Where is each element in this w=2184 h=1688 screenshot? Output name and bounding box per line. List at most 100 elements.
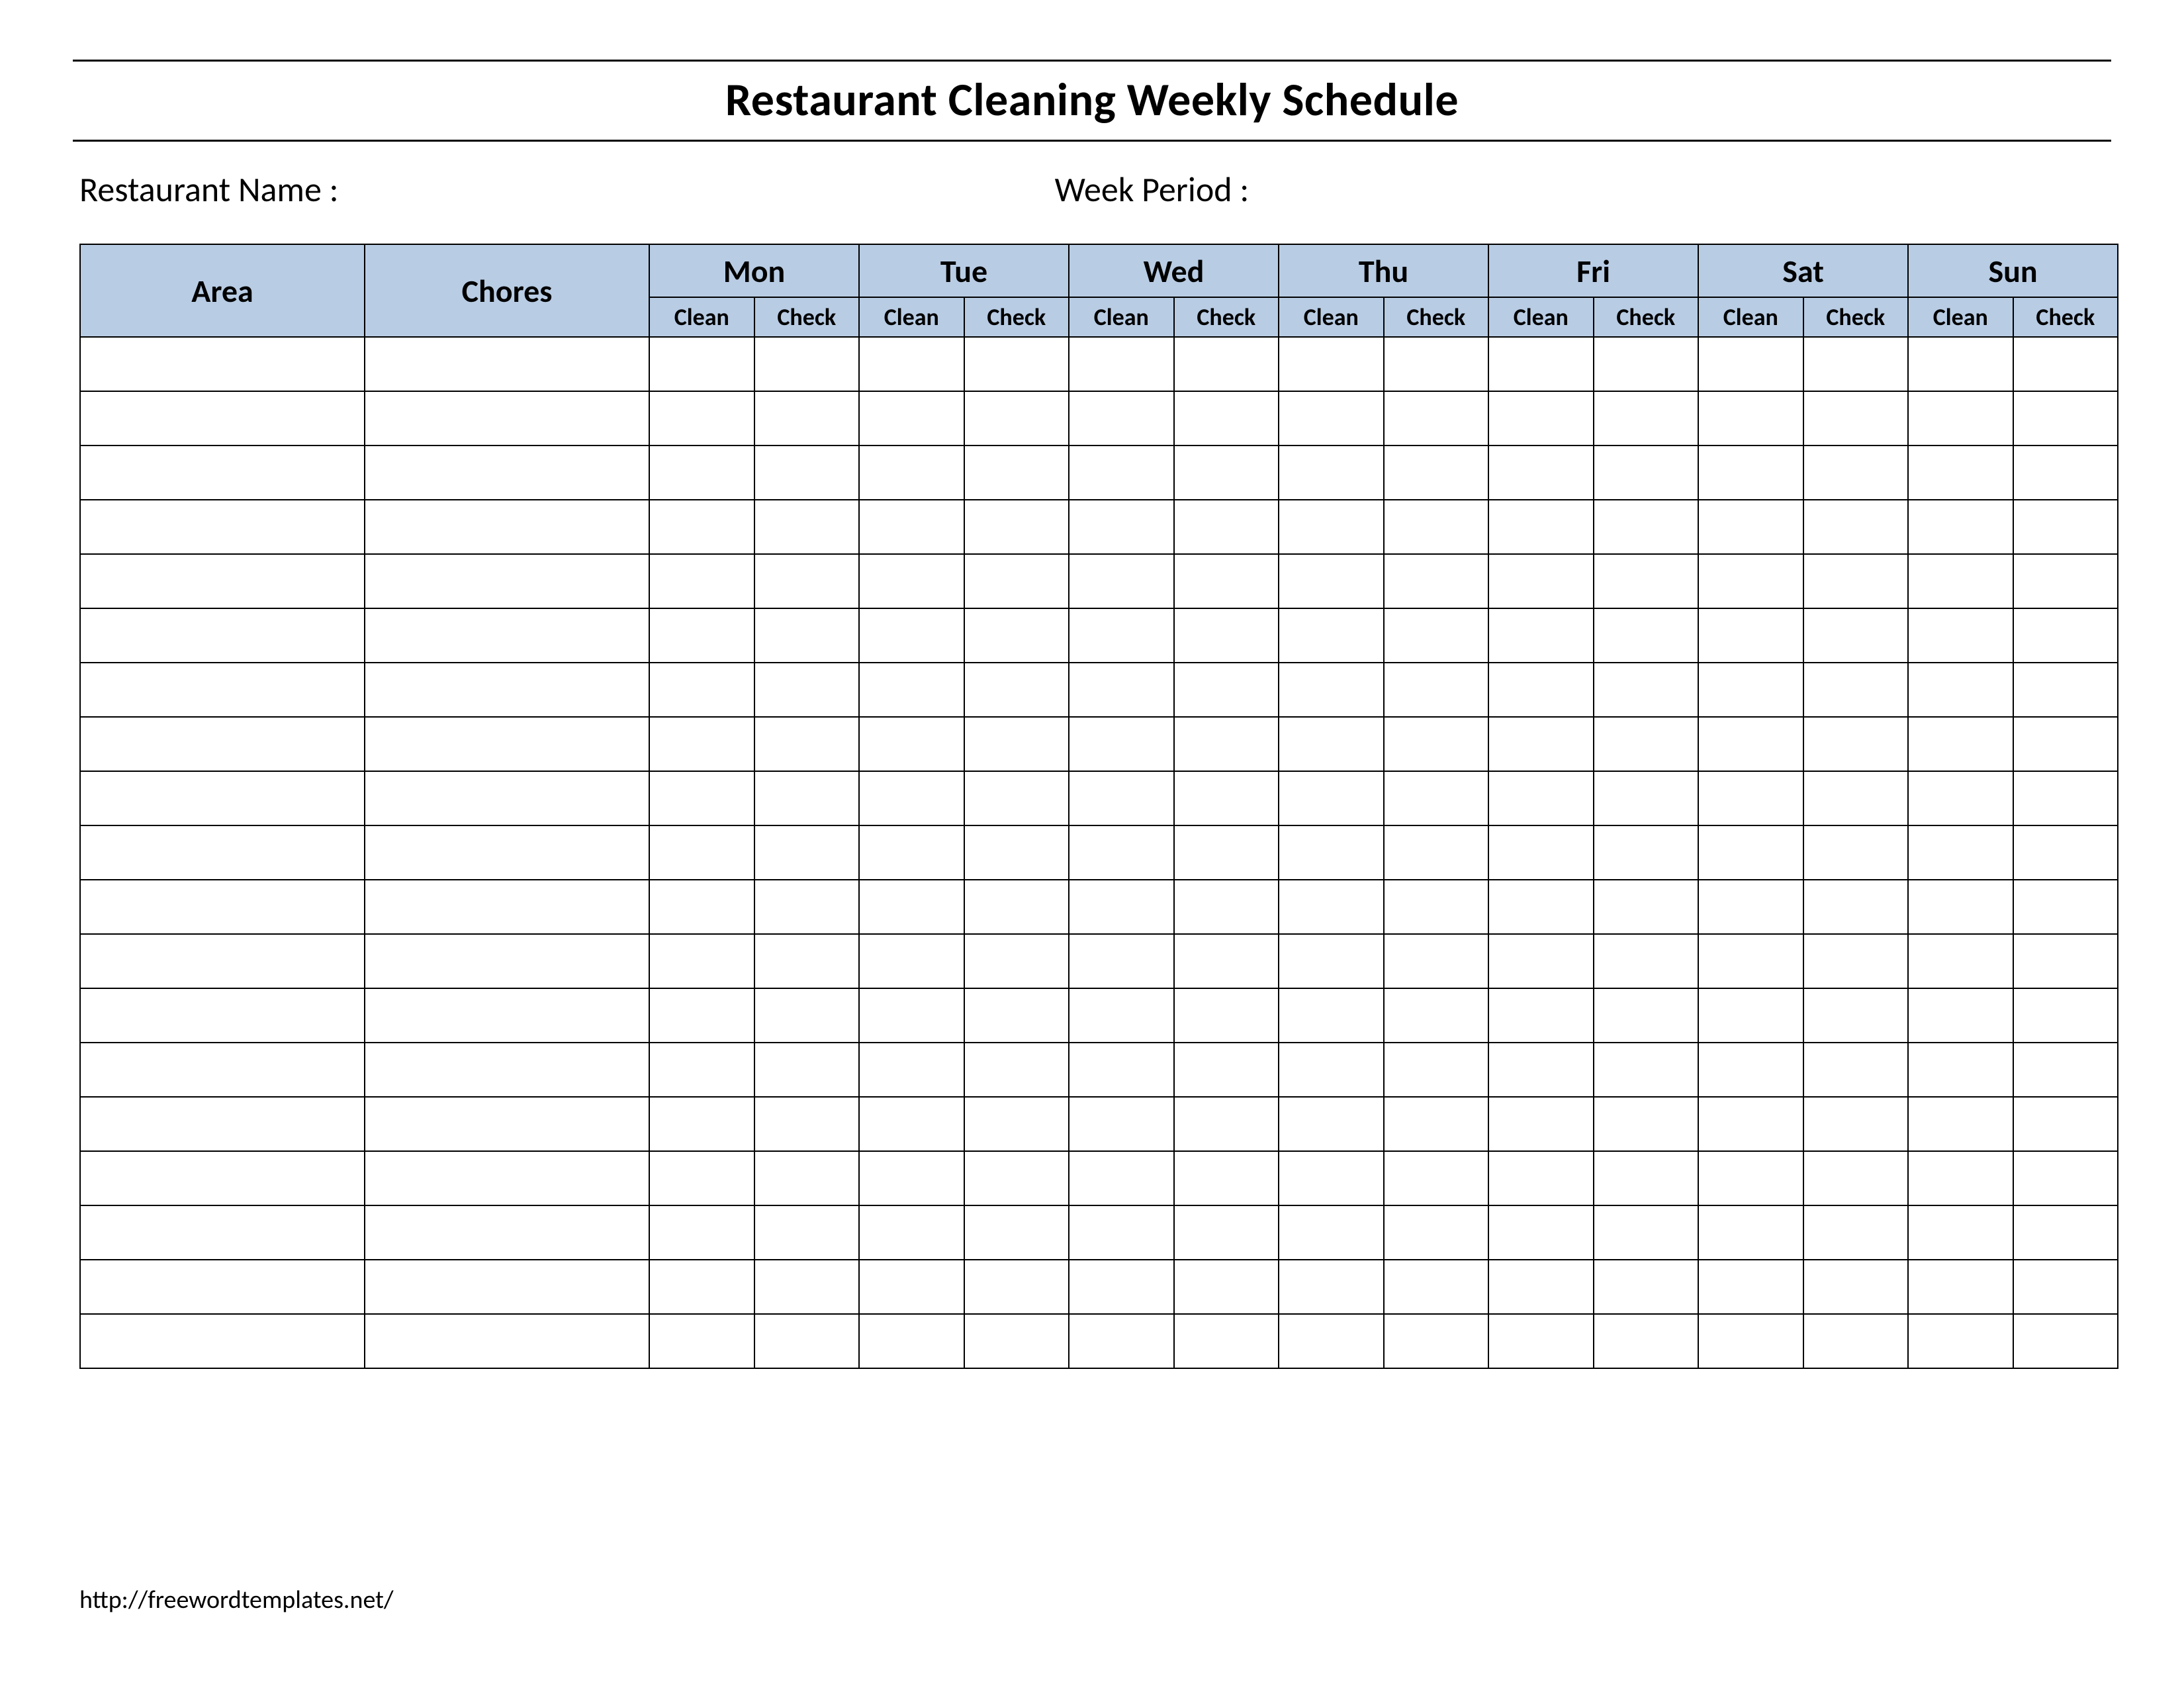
table-cell[interactable] (80, 391, 365, 445)
table-cell[interactable] (1174, 1260, 1279, 1314)
table-cell[interactable] (754, 663, 860, 717)
table-cell[interactable] (2013, 1043, 2118, 1097)
table-cell[interactable] (859, 337, 964, 391)
table-cell[interactable] (1803, 1043, 1909, 1097)
table-cell[interactable] (1174, 988, 1279, 1043)
table-cell[interactable] (649, 880, 754, 934)
table-cell[interactable] (1488, 1097, 1594, 1151)
table-cell[interactable] (859, 1151, 964, 1205)
table-cell[interactable] (964, 663, 1069, 717)
table-cell[interactable] (1174, 554, 1279, 608)
table-cell[interactable] (964, 717, 1069, 771)
table-cell[interactable] (1069, 391, 1174, 445)
table-cell[interactable] (1908, 500, 2013, 554)
table-cell[interactable] (964, 771, 1069, 825)
table-cell[interactable] (1594, 608, 1699, 663)
table-cell[interactable] (1488, 445, 1594, 500)
table-cell[interactable] (1803, 880, 1909, 934)
table-cell[interactable] (365, 500, 649, 554)
table-cell[interactable] (1384, 1205, 1489, 1260)
table-cell[interactable] (1069, 934, 1174, 988)
table-cell[interactable] (1069, 1151, 1174, 1205)
table-cell[interactable] (1594, 771, 1699, 825)
table-cell[interactable] (365, 445, 649, 500)
table-cell[interactable] (649, 445, 754, 500)
table-cell[interactable] (1069, 445, 1174, 500)
table-cell[interactable] (1698, 500, 1803, 554)
table-cell[interactable] (1698, 771, 1803, 825)
table-cell[interactable] (1908, 337, 2013, 391)
table-cell[interactable] (649, 1151, 754, 1205)
table-cell[interactable] (1279, 1151, 1384, 1205)
table-cell[interactable] (754, 1260, 860, 1314)
table-cell[interactable] (1488, 1314, 1594, 1368)
table-cell[interactable] (1174, 1097, 1279, 1151)
table-cell[interactable] (80, 717, 365, 771)
table-cell[interactable] (80, 663, 365, 717)
table-cell[interactable] (1803, 554, 1909, 608)
table-cell[interactable] (1069, 1314, 1174, 1368)
table-cell[interactable] (1488, 500, 1594, 554)
table-cell[interactable] (1594, 337, 1699, 391)
table-cell[interactable] (1908, 554, 2013, 608)
table-cell[interactable] (1908, 391, 2013, 445)
table-cell[interactable] (964, 445, 1069, 500)
table-cell[interactable] (754, 1151, 860, 1205)
table-cell[interactable] (1698, 445, 1803, 500)
table-cell[interactable] (1069, 554, 1174, 608)
table-cell[interactable] (754, 1043, 860, 1097)
table-cell[interactable] (365, 1043, 649, 1097)
table-cell[interactable] (1384, 825, 1489, 880)
table-cell[interactable] (1908, 988, 2013, 1043)
table-cell[interactable] (1488, 663, 1594, 717)
table-cell[interactable] (1174, 934, 1279, 988)
table-cell[interactable] (1279, 1097, 1384, 1151)
table-cell[interactable] (649, 337, 754, 391)
table-cell[interactable] (1069, 1260, 1174, 1314)
table-cell[interactable] (2013, 771, 2118, 825)
table-cell[interactable] (1384, 988, 1489, 1043)
table-cell[interactable] (964, 1043, 1069, 1097)
table-cell[interactable] (1384, 934, 1489, 988)
table-cell[interactable] (1594, 1314, 1699, 1368)
table-cell[interactable] (80, 608, 365, 663)
table-cell[interactable] (1908, 445, 2013, 500)
table-cell[interactable] (964, 1260, 1069, 1314)
table-cell[interactable] (2013, 608, 2118, 663)
table-cell[interactable] (1279, 663, 1384, 717)
table-cell[interactable] (754, 391, 860, 445)
table-cell[interactable] (859, 445, 964, 500)
table-cell[interactable] (2013, 500, 2118, 554)
table-cell[interactable] (649, 1205, 754, 1260)
table-cell[interactable] (1908, 771, 2013, 825)
table-cell[interactable] (365, 608, 649, 663)
table-cell[interactable] (964, 880, 1069, 934)
table-cell[interactable] (80, 771, 365, 825)
table-cell[interactable] (1698, 337, 1803, 391)
table-cell[interactable] (1698, 934, 1803, 988)
table-cell[interactable] (754, 1097, 860, 1151)
table-cell[interactable] (1384, 717, 1489, 771)
table-cell[interactable] (1488, 554, 1594, 608)
table-cell[interactable] (649, 1314, 754, 1368)
table-cell[interactable] (1069, 988, 1174, 1043)
table-cell[interactable] (859, 1205, 964, 1260)
table-cell[interactable] (1594, 1260, 1699, 1314)
table-cell[interactable] (859, 554, 964, 608)
table-cell[interactable] (964, 988, 1069, 1043)
table-cell[interactable] (1594, 988, 1699, 1043)
table-cell[interactable] (964, 934, 1069, 988)
table-cell[interactable] (1069, 825, 1174, 880)
table-cell[interactable] (1279, 880, 1384, 934)
table-cell[interactable] (1279, 717, 1384, 771)
table-cell[interactable] (859, 663, 964, 717)
table-cell[interactable] (1908, 1151, 2013, 1205)
table-cell[interactable] (1174, 337, 1279, 391)
table-cell[interactable] (2013, 1151, 2118, 1205)
table-cell[interactable] (2013, 880, 2118, 934)
table-cell[interactable] (1384, 337, 1489, 391)
table-cell[interactable] (1594, 934, 1699, 988)
table-cell[interactable] (1594, 663, 1699, 717)
table-cell[interactable] (1908, 1314, 2013, 1368)
table-cell[interactable] (365, 771, 649, 825)
